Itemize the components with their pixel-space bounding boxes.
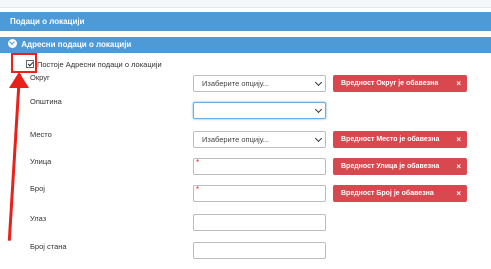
ulica-error-text: Вредност Улица је обавезна bbox=[341, 163, 440, 170]
subsection-title: Адресни подаци о локацији bbox=[21, 40, 132, 49]
close-icon[interactable]: × bbox=[456, 185, 461, 202]
broj-label: Број bbox=[30, 184, 45, 193]
broj-input[interactable]: * bbox=[193, 185, 326, 202]
annotation-arrow-head bbox=[9, 72, 29, 88]
subsection-header[interactable]: Адресни подаци о локацији bbox=[0, 37, 491, 53]
okrug-select[interactable]: Изаберите опцију... bbox=[193, 75, 326, 92]
collapse-chevron-icon[interactable] bbox=[8, 39, 17, 48]
chevron-down-icon bbox=[314, 105, 323, 114]
address-data-checkbox-label: Постоје Адресни подаци о локацији bbox=[37, 59, 162, 69]
okrug-label: Округ bbox=[30, 73, 50, 82]
ulaz-label: Улаз bbox=[30, 214, 47, 223]
mesto-error-text: Вредност Место је обавезна bbox=[341, 136, 440, 143]
annotation-highlight-box bbox=[11, 53, 37, 73]
mesto-select-value: Изаберите опцију... bbox=[202, 135, 269, 144]
section-header[interactable]: Подаци о локацији bbox=[0, 12, 491, 31]
okrug-error-text: Вредност Округ је обавезна bbox=[341, 80, 439, 87]
ulica-error-badge: Вредност Улица је обавезна × bbox=[333, 158, 467, 175]
broj-error-badge: Вредност Број је обавезна × bbox=[333, 185, 467, 202]
opstina-label: Општина bbox=[30, 97, 62, 106]
ulaz-input[interactable] bbox=[193, 214, 326, 231]
chevron-down-icon bbox=[314, 78, 323, 87]
okrug-select-value: Изаберите опцију... bbox=[202, 79, 269, 88]
required-marker: * bbox=[196, 185, 200, 194]
opstina-select[interactable] bbox=[193, 102, 326, 119]
close-icon[interactable]: × bbox=[456, 75, 461, 92]
mesto-select[interactable]: Изаберите опцију... bbox=[193, 131, 326, 148]
broj-error-text: Вредност Број је обавезна bbox=[341, 190, 434, 197]
okrug-error-badge: Вредност Округ је обавезна × bbox=[333, 75, 467, 92]
ulica-input[interactable]: * bbox=[193, 158, 326, 175]
close-icon[interactable]: × bbox=[456, 131, 461, 148]
ulica-label: Улица bbox=[30, 157, 52, 166]
broj-stana-label: Број стана bbox=[30, 242, 67, 251]
address-data-checkbox-row[interactable]: Постоје Адресни подаци о локацији bbox=[26, 58, 162, 70]
broj-stana-input[interactable] bbox=[193, 242, 326, 259]
required-marker: * bbox=[196, 158, 200, 167]
section-title: Подаци о локацији bbox=[10, 17, 85, 26]
mesto-label: Место bbox=[30, 130, 52, 139]
chevron-down-icon bbox=[314, 134, 323, 143]
close-icon[interactable]: × bbox=[456, 158, 461, 175]
mesto-error-badge: Вредност Место је обавезна × bbox=[333, 131, 467, 148]
annotation-arrow-line bbox=[7, 73, 21, 241]
top-strip bbox=[0, 0, 491, 8]
